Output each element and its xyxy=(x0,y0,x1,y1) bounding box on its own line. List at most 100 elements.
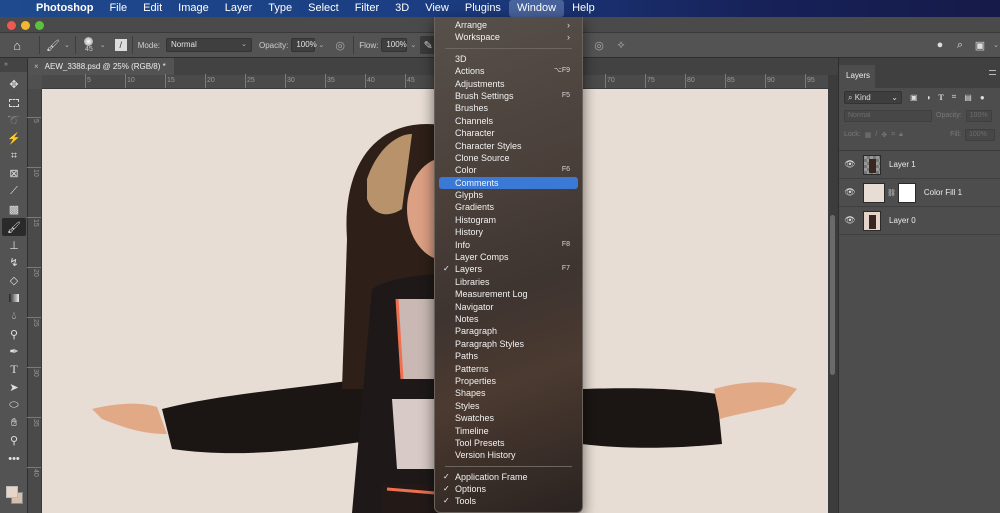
menu-app-name[interactable]: Photoshop xyxy=(34,0,101,17)
lock-artboard-icon[interactable]: ⌗ xyxy=(891,131,895,139)
scrollbar-thumb[interactable] xyxy=(830,215,835,375)
frame-tool-icon[interactable]: ⊠ xyxy=(0,165,28,183)
document-tab[interactable]: × AEW_3388.psd @ 25% (RGB/8) * xyxy=(28,58,174,75)
menu-file[interactable]: File xyxy=(101,0,135,17)
lasso-tool-icon[interactable]: ➰ xyxy=(0,112,28,130)
horizontal-ruler[interactable]: 5101520253035404550556065707580859095 xyxy=(28,74,828,89)
gradient-tool-icon[interactable] xyxy=(0,290,28,308)
layers-tab[interactable]: Layers xyxy=(839,65,875,88)
menu-item-comments[interactable]: Comments xyxy=(439,176,578,190)
menu-item-3d[interactable]: 3D xyxy=(439,53,578,65)
brush-size-picker[interactable]: 45 xyxy=(81,37,97,53)
menu-item-character-styles[interactable]: Character Styles xyxy=(439,140,578,152)
menu-view[interactable]: View xyxy=(417,0,457,17)
layer-row[interactable]: 👁︎ ⛓︎ Color Fill 1 xyxy=(839,179,1000,207)
vertical-scrollbar[interactable] xyxy=(828,75,838,513)
menu-filter[interactable]: Filter xyxy=(347,0,387,17)
menu-item-layers[interactable]: ✓ Layers F7 xyxy=(439,263,578,275)
lock-all-icon[interactable]: 🔒︎ xyxy=(899,131,903,139)
menu-type[interactable]: Type xyxy=(260,0,300,17)
menu-item-tool-presets[interactable]: Tool Presets xyxy=(439,437,578,449)
menu-item-workspace[interactable]: Workspace › xyxy=(439,31,578,43)
pressure-size-icon[interactable]: ◎ xyxy=(592,36,606,54)
menu-item-color[interactable]: Color F6 xyxy=(439,164,578,176)
menu-item-gradients[interactable]: Gradients xyxy=(439,201,578,213)
share-user-icon[interactable]: ● xyxy=(933,36,947,54)
brush-tool-icon[interactable]: 🖌︎ xyxy=(2,218,26,237)
menu-item-clone-source[interactable]: Clone Source xyxy=(439,152,578,164)
zoom-tool-icon[interactable]: ⚲ xyxy=(0,432,28,450)
lock-pixels-icon[interactable]: / xyxy=(875,131,877,138)
symmetry-icon[interactable]: ⟡ xyxy=(614,36,628,54)
filter-toggle-icon[interactable]: ● xyxy=(980,93,985,102)
filter-kind-select[interactable]: ⌕ Kind ⌄ xyxy=(844,90,902,104)
menu-item-paragraph-styles[interactable]: Paragraph Styles xyxy=(439,338,578,350)
healing-brush-tool-icon[interactable]: ▩ xyxy=(0,201,28,219)
pen-tool-icon[interactable]: ✒ xyxy=(0,343,28,361)
chevron-down-icon[interactable]: ⌄ xyxy=(410,41,416,49)
brush-preset-icon[interactable]: 🖌︎ xyxy=(45,36,61,54)
menu-item-info[interactable]: Info F8 xyxy=(439,239,578,251)
minimize-window-button[interactable] xyxy=(21,21,30,30)
menu-item-paths[interactable]: Paths xyxy=(439,350,578,362)
vertical-ruler[interactable]: 5 10 15 20 25 30 35 40 xyxy=(27,89,42,513)
lock-transparent-icon[interactable]: ▦ xyxy=(865,131,872,139)
menu-item-arrange[interactable]: Arrange › xyxy=(439,19,578,31)
menu-item-properties[interactable]: Properties xyxy=(439,375,578,387)
brush-settings-toggle-icon[interactable]: / xyxy=(114,39,127,51)
menu-item-navigator[interactable]: Navigator xyxy=(439,301,578,313)
clone-stamp-tool-icon[interactable]: ⊥ xyxy=(0,236,28,254)
crop-tool-icon[interactable]: ⌗ xyxy=(0,147,28,165)
close-window-button[interactable] xyxy=(7,21,16,30)
lock-position-icon[interactable]: ✥ xyxy=(881,131,887,139)
layer-opacity-field[interactable]: 100% xyxy=(965,109,992,122)
fill-field[interactable]: 100% xyxy=(965,128,995,141)
menu-item-options[interactable]: ✓ Options xyxy=(439,483,578,495)
shape-filter-icon[interactable]: ⌗ xyxy=(952,92,957,102)
menu-item-application-frame[interactable]: ✓ Application Frame xyxy=(439,471,578,483)
menu-window[interactable]: Window xyxy=(508,0,565,17)
blend-mode-select[interactable]: Normal xyxy=(844,109,932,122)
layer-row[interactable]: 👁︎ Layer 0 xyxy=(839,207,1000,235)
flow-field[interactable]: 100% xyxy=(381,38,408,52)
menu-item-patterns[interactable]: Patterns xyxy=(439,363,578,375)
type-tool-icon[interactable]: T xyxy=(0,361,28,379)
menu-3d[interactable]: 3D xyxy=(387,0,417,17)
magic-wand-tool-icon[interactable]: ⚡ xyxy=(0,129,28,147)
menu-help[interactable]: Help xyxy=(564,0,603,17)
layer-row[interactable]: 👁︎ Layer 1 xyxy=(839,151,1000,179)
pressure-opacity-icon[interactable]: ◎ xyxy=(332,36,348,54)
menu-item-shapes[interactable]: Shapes xyxy=(439,387,578,399)
menu-item-adjustments[interactable]: Adjustments xyxy=(439,78,578,90)
history-brush-tool-icon[interactable]: ↯ xyxy=(0,254,28,272)
menu-item-histogram[interactable]: Histogram xyxy=(439,214,578,226)
type-filter-icon[interactable]: T xyxy=(938,93,943,102)
ellipse-tool-icon[interactable]: ⬭ xyxy=(0,396,28,414)
close-tab-icon[interactable]: × xyxy=(34,62,39,71)
path-selection-tool-icon[interactable]: ➤ xyxy=(0,379,28,397)
menu-image[interactable]: Image xyxy=(170,0,217,17)
blur-tool-icon[interactable]: 💧︎ xyxy=(0,307,28,325)
menu-item-styles[interactable]: Styles xyxy=(439,400,578,412)
menu-item-libraries[interactable]: Libraries xyxy=(439,276,578,288)
opacity-field[interactable]: 100% xyxy=(291,38,317,52)
menu-item-brushes[interactable]: Brushes xyxy=(439,102,578,114)
adjustment-filter-icon[interactable]: ◑ xyxy=(926,93,931,102)
menu-item-actions[interactable]: Actions ⌥F9 xyxy=(439,65,578,77)
menu-item-glyphs[interactable]: Glyphs xyxy=(439,189,578,201)
menu-item-brush-settings[interactable]: Brush Settings F5 xyxy=(439,90,578,102)
menu-item-notes[interactable]: Notes xyxy=(439,313,578,325)
chevron-down-icon[interactable]: ⌄ xyxy=(318,41,324,49)
chevron-down-icon[interactable]: ⌄ xyxy=(100,41,106,49)
menu-item-channels[interactable]: Channels xyxy=(439,115,578,127)
workspace-layout-icon[interactable]: ▣ xyxy=(973,36,987,54)
zoom-window-button[interactable] xyxy=(35,21,44,30)
search-icon[interactable]: ⌕ xyxy=(953,36,967,54)
link-icon[interactable]: ⛓︎ xyxy=(887,189,896,197)
menu-item-layer-comps[interactable]: Layer Comps xyxy=(439,251,578,263)
menu-item-history[interactable]: History xyxy=(439,226,578,238)
hand-tool-icon[interactable]: ✋︎ xyxy=(0,414,28,432)
chevron-down-icon[interactable]: ⌄ xyxy=(993,41,999,49)
menu-item-character[interactable]: Character xyxy=(439,127,578,139)
menu-item-timeline[interactable]: Timeline xyxy=(439,425,578,437)
